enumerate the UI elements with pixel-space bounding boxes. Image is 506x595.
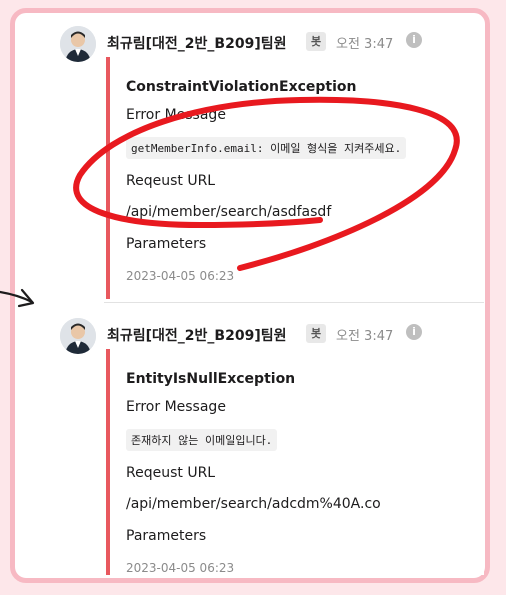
circle-annotation [73,96,460,271]
arrow-icon [0,288,35,308]
annotation-overlay [0,96,460,308]
